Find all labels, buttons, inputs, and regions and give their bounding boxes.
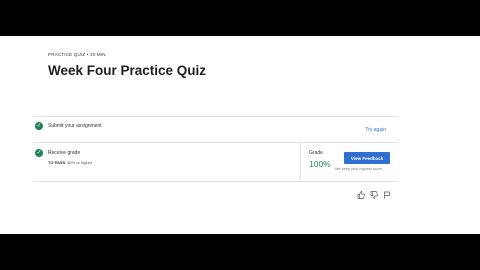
flag-icon[interactable]	[383, 191, 391, 199]
receive-grade-row: ✓ Receive grade TO PASS 80% or higher Gra…	[33, 142, 398, 182]
check-circle-icon: ✓	[35, 149, 43, 157]
page-title: Week Four Practice Quiz	[48, 63, 207, 78]
try-again-link[interactable]: Try again	[365, 127, 386, 133]
quiz-page: PRACTICE QUIZ • 30 MIN Week Four Practic…	[0, 36, 480, 234]
quiz-type-label: PRACTICE QUIZ • 30 MIN	[48, 52, 106, 57]
divider	[300, 143, 301, 181]
reaction-bar	[357, 191, 391, 199]
receive-grade-label: Receive grade	[48, 150, 81, 156]
submit-assignment-row: ✓ Submit your assignment Try again	[33, 116, 398, 143]
thumbs-down-icon[interactable]	[370, 191, 378, 199]
pass-requirement: TO PASS 80% or higher	[48, 160, 92, 165]
submit-assignment-label: Submit your assignment	[48, 123, 102, 129]
grade-value: 100%	[309, 159, 331, 169]
grade-label: Grade	[309, 150, 323, 156]
highest-score-note: We keep your highest score	[335, 167, 382, 171]
to-pass-value: 80% or higher	[67, 160, 93, 165]
thumbs-up-icon[interactable]	[357, 191, 365, 199]
to-pass-label: TO PASS	[48, 160, 66, 165]
view-feedback-button[interactable]: View Feedback	[344, 152, 390, 164]
check-circle-icon: ✓	[35, 122, 43, 130]
